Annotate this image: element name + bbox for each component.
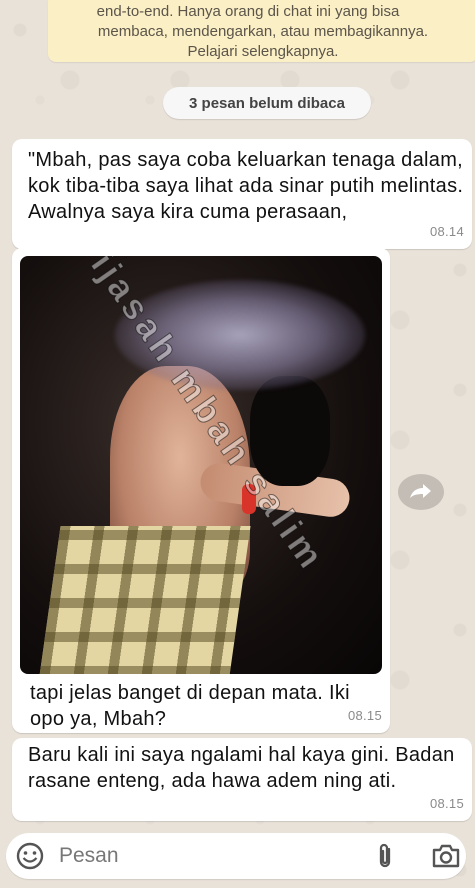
emoji-icon[interactable]: [14, 840, 46, 872]
photo-sarong: [39, 526, 251, 674]
encryption-notice-line1: end-to-end. Hanya orang di chat ini yang…: [96, 3, 400, 20]
message-time: 08.15: [429, 796, 464, 811]
message-input[interactable]: Pesan: [6, 833, 466, 879]
unread-messages-divider: 3 pesan belum dibaca: [163, 87, 371, 119]
paperclip-icon[interactable]: [370, 841, 400, 871]
encryption-notice[interactable]: end-to-end. Hanya orang di chat ini yang…: [48, 0, 475, 62]
message-input-placeholder: Pesan: [59, 844, 119, 867]
forward-button[interactable]: [398, 474, 444, 510]
encryption-notice-line2: membaca, mendengarkan, atau membagikanny…: [97, 23, 429, 40]
message-composer: Pesan: [0, 823, 475, 888]
encryption-notice-learn-more[interactable]: Pelajari selengkapnya.: [48, 42, 475, 62]
message-photo[interactable]: ijasah mbah salim: [20, 256, 382, 674]
message-text: Baru kali ini saya ngalami hal kaya gini…: [28, 744, 455, 792]
message-text: tapi jelas banget di depan mata. Iki opo…: [30, 682, 350, 730]
camera-icon[interactable]: [430, 842, 462, 870]
image-message-bubble[interactable]: ijasah mbah salim tapi jelas banget di d…: [12, 248, 390, 733]
message-time: 08.15: [347, 708, 382, 723]
message-text: "Mbah, pas saya coba keluarkan tenaga da…: [28, 149, 464, 223]
message-bubble[interactable]: Baru kali ini saya ngalami hal kaya gini…: [12, 738, 472, 821]
forward-icon: [410, 484, 431, 498]
message-bubble[interactable]: "Mbah, pas saya coba keluarkan tenaga da…: [12, 139, 472, 249]
message-time: 08.14: [429, 224, 464, 239]
